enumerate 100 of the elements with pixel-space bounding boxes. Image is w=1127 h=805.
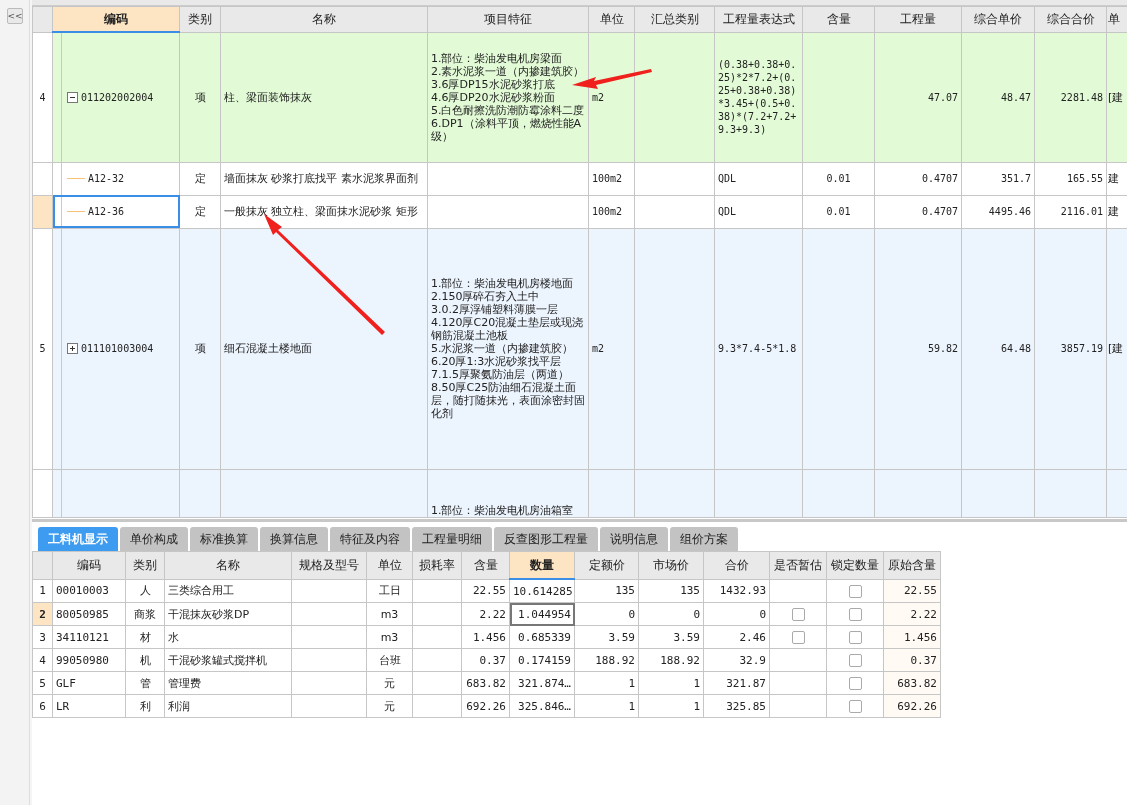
column-header[interactable]: 编码 [52, 6, 180, 32]
column-header[interactable]: 综合单价 [961, 6, 1035, 32]
row-number[interactable]: 5 [32, 228, 53, 469]
code-text: 011101003004 [81, 342, 154, 355]
table-cell: 0 [759, 607, 766, 621]
row-number[interactable]: 4 [32, 32, 53, 162]
column-header[interactable]: 单位 [366, 551, 413, 579]
column-header[interactable]: 汇总类别 [634, 6, 715, 32]
table-cell: 1.456 [472, 630, 506, 644]
table-cell: QDL [718, 206, 737, 217]
expand-icon[interactable] [67, 343, 78, 354]
column-header[interactable]: 综合合价 [1034, 6, 1107, 32]
column-header[interactable]: 定额价 [574, 551, 639, 579]
table-cell: 0 [628, 607, 635, 621]
checkbox[interactable] [848, 653, 862, 667]
table-cell: 1.044954 [518, 607, 571, 621]
table-cell: (0.38+0.38+0.25)*2*7.2+(0.25+0.38+0.38)*3.45+(0.5+0.38)*(7.2+7.2+9.3+9.3) [718, 59, 797, 135]
column-header[interactable]: 锁定数量 [826, 551, 884, 579]
table-cell: 22.55 [472, 584, 506, 598]
checkbox[interactable] [791, 630, 805, 644]
row-number[interactable]: 6 [32, 694, 53, 718]
table-cell: 64.48 [1000, 343, 1031, 354]
row-number[interactable] [32, 195, 53, 228]
table-cell: 00010003 [56, 584, 109, 598]
checkbox[interactable] [848, 676, 862, 690]
row-number[interactable]: 1 [32, 579, 53, 603]
column-header[interactable]: 原始含量 [883, 551, 941, 579]
column-header[interactable]: 名称 [220, 6, 428, 32]
tab[interactable]: 换算信息 [260, 527, 328, 551]
collapse-button[interactable]: << [6, 8, 23, 24]
checkbox[interactable] [848, 584, 862, 598]
table-cell: 2.22 [910, 607, 937, 621]
column-header[interactable]: 规格及型号 [291, 551, 367, 579]
tab[interactable]: 标准换算 [190, 527, 258, 551]
column-header[interactable]: 数量 [509, 551, 575, 579]
feature-line: 5.白色耐擦洗防潮防霉涂料二度 [431, 103, 585, 117]
column-header[interactable]: 含量 [802, 6, 875, 32]
checkbox[interactable] [848, 607, 862, 621]
row-number[interactable] [32, 469, 53, 517]
tab[interactable]: 组价方案 [670, 527, 738, 551]
table-cell: m2 [592, 343, 605, 354]
table-cell: [建 [1108, 342, 1124, 355]
table-cell: 建 [1108, 172, 1119, 185]
feature-line: 5.水泥浆一道（内掺建筑胶） [431, 342, 575, 355]
table-cell: 细石混凝土楼地面 [224, 342, 312, 355]
column-header[interactable]: 单 [1106, 6, 1127, 32]
column-header[interactable]: 损耗率 [412, 551, 462, 579]
table-cell: 683.82 [897, 676, 937, 690]
column-header[interactable] [32, 6, 53, 32]
collapse-icon[interactable] [67, 91, 78, 103]
row-number[interactable]: 4 [32, 648, 53, 672]
table-cell: 定 [194, 172, 206, 185]
column-header[interactable]: 项目特征 [427, 6, 589, 32]
row-number[interactable] [32, 162, 53, 195]
column-header[interactable]: 类别 [125, 551, 165, 579]
row-number[interactable]: 2 [32, 602, 53, 626]
table-cell: 188.92 [595, 653, 635, 667]
feature-line: 1.部位：柴油发电机房梁面 [431, 51, 564, 65]
column-header[interactable]: 名称 [164, 551, 292, 579]
column-header[interactable]: 合价 [703, 551, 770, 579]
column-header[interactable] [32, 551, 53, 579]
table-cell: 321.874… [518, 676, 571, 690]
table-cell: LR [56, 699, 70, 713]
checkbox[interactable] [848, 699, 862, 713]
checkbox[interactable] [848, 630, 862, 644]
table-cell: 商浆 [134, 607, 156, 621]
tab[interactable]: 单价构成 [120, 527, 188, 551]
column-header[interactable]: 编码 [52, 551, 126, 579]
table-cell: 2116.01 [1060, 206, 1103, 217]
code-text: 011202002004 [81, 90, 154, 104]
table-cell: 0 [693, 607, 700, 621]
column-header[interactable]: 工程量表达式 [714, 6, 803, 32]
table-cell: 项 [194, 90, 206, 104]
column-header[interactable]: 类别 [179, 6, 221, 32]
table-cell: 三类综合用工 [168, 584, 234, 598]
row-number[interactable]: 5 [32, 671, 53, 695]
table-cell: 管 [139, 676, 151, 690]
column-header[interactable]: 是否暂估 [769, 551, 827, 579]
table-row[interactable] [32, 32, 1127, 162]
row-number[interactable]: 3 [32, 625, 53, 649]
table-cell: 元 [384, 676, 395, 690]
feature-line: 1.部位：柴油发电机房油箱室 [431, 503, 575, 516]
table-cell: 32.9 [739, 653, 766, 667]
column-header[interactable]: 含量 [461, 551, 510, 579]
table-row[interactable]: 1.部位：柴油发电机房油箱室 [32, 469, 1127, 517]
table-cell: 99050980 [56, 653, 109, 667]
table-cell: 48.47 [1000, 91, 1031, 103]
table-cell: 692.26 [466, 699, 506, 713]
tab[interactable]: 特征及内容 [330, 527, 410, 551]
checkbox[interactable] [791, 607, 805, 621]
tab[interactable]: 工程量明细 [412, 527, 492, 551]
tab[interactable]: 反查图形工程量 [494, 527, 598, 551]
column-header[interactable]: 单位 [588, 6, 635, 32]
feature-line: 7.1.5厚聚氨防油层（两道） [431, 368, 570, 381]
tab[interactable]: 说明信息 [600, 527, 668, 551]
column-header[interactable]: 工程量 [874, 6, 962, 32]
feature-line: 8.50厚C25防油细石混凝土面层，随打随抹光，表面涂密封固化剂 [431, 381, 585, 420]
table-cell: 100m2 [592, 206, 623, 217]
column-header[interactable]: 市场价 [638, 551, 704, 579]
table-cell: 683.82 [466, 676, 506, 690]
